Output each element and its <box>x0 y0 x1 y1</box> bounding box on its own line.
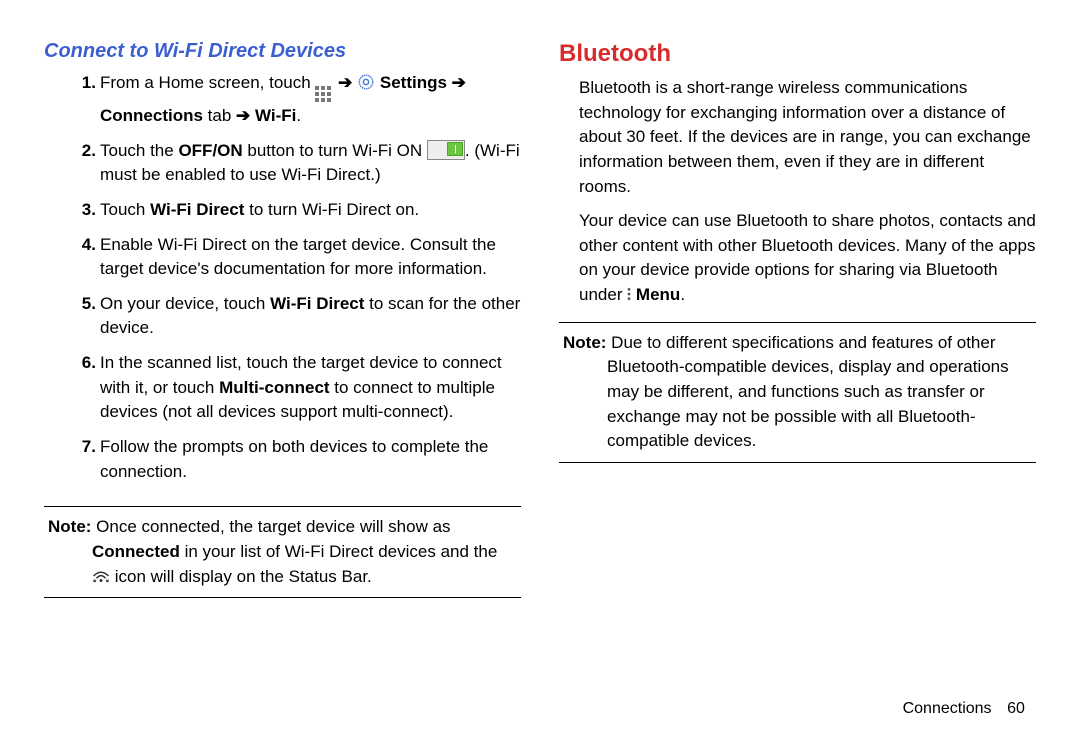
step-7: Follow the prompts on both devices to co… <box>100 435 521 484</box>
right-note-block: Note: Due to different specifications an… <box>559 322 1036 463</box>
step1-text-a: From a Home screen, touch <box>100 73 315 92</box>
arrow-icon: ➔ <box>236 106 250 125</box>
step-6: In the scanned list, touch the target de… <box>100 351 521 425</box>
step1-tab-word: tab <box>203 106 236 125</box>
step2-offon-label: OFF/ON <box>178 141 242 160</box>
heading-connect-wifi-direct: Connect to Wi-Fi Direct Devices <box>44 40 521 63</box>
wifi-direct-status-icon <box>92 568 110 584</box>
bt-p2-menu-label: Menu <box>631 285 680 304</box>
settings-gear-icon <box>357 73 375 91</box>
left-column: Connect to Wi-Fi Direct Devices From a H… <box>44 40 521 680</box>
bluetooth-paragraph-1: Bluetooth is a short-range wireless comm… <box>559 76 1036 199</box>
page-body: Connect to Wi-Fi Direct Devices From a H… <box>0 0 1080 700</box>
step5-wifidirect-label: Wi-Fi Direct <box>270 294 364 313</box>
note-label: Note: <box>48 517 91 536</box>
step-1: From a Home screen, touch ➔ Settings ➔ C… <box>100 71 521 129</box>
note-connected-label: Connected <box>92 542 180 561</box>
switch-on-icon <box>427 140 465 160</box>
left-note-body: Note: Once connected, the target device … <box>48 515 517 589</box>
step1-wifi-label: Wi-Fi <box>250 106 296 125</box>
apps-grid-icon <box>315 86 333 104</box>
step-4: Enable Wi-Fi Direct on the target device… <box>100 233 521 282</box>
arrow-icon: ➔ <box>452 73 466 92</box>
footer-page-number: 60 <box>996 700 1036 718</box>
steps-list: From a Home screen, touch ➔ Settings ➔ C… <box>44 71 521 494</box>
bluetooth-paragraph-2: Your device can use Bluetooth to share p… <box>559 209 1036 308</box>
heading-bluetooth: Bluetooth <box>559 40 1036 68</box>
step2-text-a: Touch the <box>100 141 178 160</box>
step5-text-a: On your device, touch <box>100 294 270 313</box>
step-2: Touch the OFF/ON button to turn Wi-Fi ON… <box>100 139 521 188</box>
period: . <box>296 106 301 125</box>
note-text-b: in your list of Wi-Fi Direct devices and… <box>180 542 497 561</box>
right-note-body: Note: Due to different specifications an… <box>563 331 1032 454</box>
step-3: Touch Wi-Fi Direct to turn Wi-Fi Direct … <box>100 198 521 223</box>
step7-text: Follow the prompts on both devices to co… <box>100 437 488 481</box>
step3-wifidirect-label: Wi-Fi Direct <box>150 200 244 219</box>
page-footer: Connections 60 <box>0 700 1080 738</box>
step3-text-a: Touch <box>100 200 150 219</box>
note-label: Note: <box>563 333 606 352</box>
note-text-c: icon will display on the Status Bar. <box>115 567 372 586</box>
note-text-a: Once connected, the target device will s… <box>91 517 450 536</box>
step6-multiconnect-label: Multi-connect <box>219 378 330 397</box>
step1-settings-label: Settings <box>380 73 452 92</box>
footer-section-name: Connections <box>903 700 992 717</box>
step1-connections-label: Connections <box>100 106 203 125</box>
step-5: On your device, touch Wi-Fi Direct to sc… <box>100 292 521 341</box>
left-note-block: Note: Once connected, the target device … <box>44 506 521 598</box>
period: . <box>680 285 685 304</box>
step4-text: Enable Wi-Fi Direct on the target device… <box>100 235 496 279</box>
arrow-icon: ➔ <box>338 73 352 92</box>
step2-text-b: button to turn Wi-Fi ON <box>243 141 427 160</box>
right-note-text: Due to different specifications and feat… <box>606 333 1008 451</box>
step3-text-b: to turn Wi-Fi Direct on. <box>244 200 419 219</box>
right-column: Bluetooth Bluetooth is a short-range wir… <box>559 40 1036 680</box>
